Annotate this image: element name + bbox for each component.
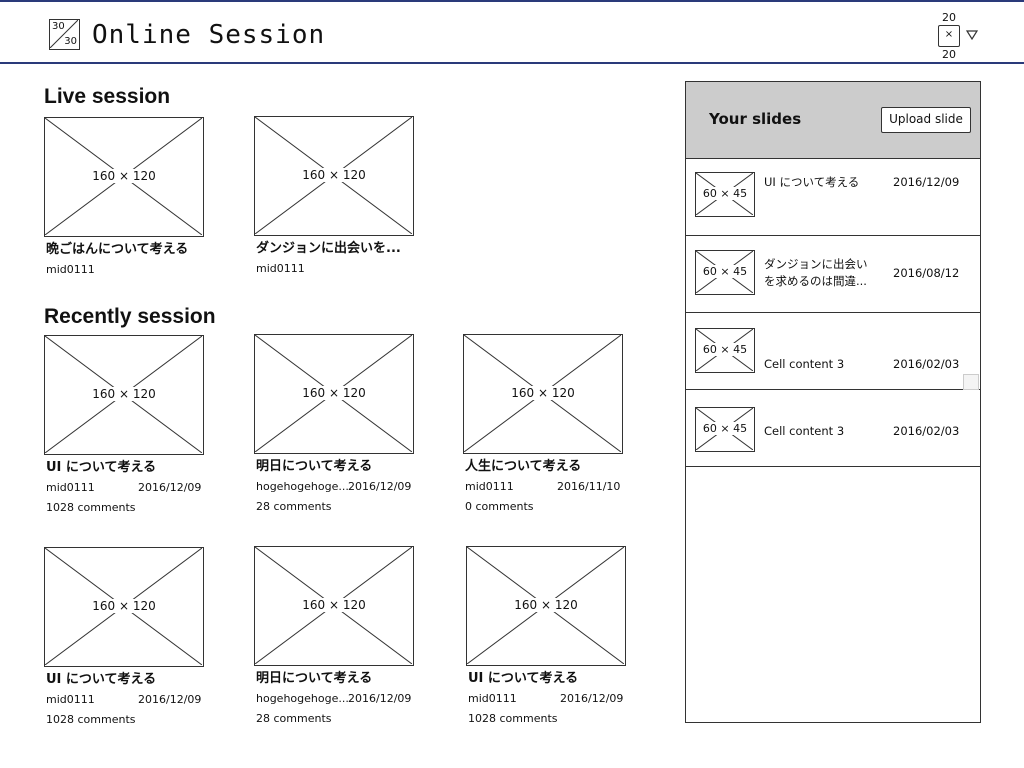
your-slides-header: Your slides Upload slide <box>686 82 980 159</box>
thumbnail-size-label: 160 × 120 <box>512 598 580 612</box>
slide-thumbnail-size-label: 60 × 45 <box>701 265 749 278</box>
slide-thumbnail[interactable]: 60 × 45 <box>695 328 755 373</box>
session-comments[interactable]: 1028 comments <box>468 712 557 726</box>
slide-thumbnail-size-label: 60 × 45 <box>701 187 749 200</box>
slide-list-item[interactable]: 60 × 45 Cell content 3 2016/02/03 <box>686 390 980 467</box>
slide-date: 2016/08/12 <box>893 266 960 280</box>
session-title[interactable]: 明日について考える <box>256 670 372 688</box>
session-user[interactable]: mid0111 <box>465 480 514 494</box>
slide-name[interactable]: Cell content 3 <box>764 423 876 440</box>
slide-thumbnail-size-label: 60 × 45 <box>701 343 749 356</box>
slide-thumbnail[interactable]: 60 × 45 <box>695 172 755 217</box>
session-thumbnail[interactable]: 160 × 120 <box>44 117 204 237</box>
your-slides-title: Your slides <box>709 110 802 128</box>
app-logo-icon[interactable]: 30 30 <box>49 19 80 50</box>
session-title[interactable]: UI について考える <box>46 671 156 689</box>
session-comments[interactable]: 28 comments <box>256 712 332 726</box>
session-title[interactable]: 晩ごはんについて考える <box>46 241 188 259</box>
logo-size-label-bottom: 30 <box>64 36 77 47</box>
slide-thumbnail[interactable]: 60 × 45 <box>695 407 755 452</box>
session-user[interactable]: mid0111 <box>46 263 95 277</box>
session-user[interactable]: mid0111 <box>468 692 517 706</box>
avatar-size-label-bottom: 20 <box>942 48 956 61</box>
session-date: 2016/12/09 <box>348 692 412 705</box>
avatar[interactable]: × <box>938 25 960 47</box>
app-header: 30 30 Online Session 20 × 20 <box>0 0 1024 64</box>
slide-list-item[interactable]: 60 × 45 UI について考える 2016/12/09 <box>686 159 980 236</box>
session-thumbnail[interactable]: 160 × 120 <box>254 116 414 236</box>
slide-list-item[interactable]: 60 × 45 ダンジョンに出会いを求めるのは間違... 2016/08/12 <box>686 236 980 313</box>
thumbnail-size-label: 160 × 120 <box>300 386 368 400</box>
slide-thumbnail-size-label: 60 × 45 <box>701 422 749 435</box>
session-comments[interactable]: 0 comments <box>465 500 534 514</box>
live-session-heading: Live session <box>44 85 171 108</box>
session-comments[interactable]: 1028 comments <box>46 501 135 515</box>
session-date: 2016/11/10 <box>557 480 621 493</box>
session-title[interactable]: ダンジョンに出会いを... <box>256 240 401 258</box>
page-title: Online Session <box>92 20 326 50</box>
session-user[interactable]: hogehogehoge... <box>256 480 349 494</box>
session-thumbnail[interactable]: 160 × 120 <box>44 547 204 667</box>
thumbnail-size-label: 160 × 120 <box>300 168 368 182</box>
upload-slide-button[interactable]: Upload slide <box>881 107 971 133</box>
user-menu[interactable]: 20 × 20 <box>936 12 986 62</box>
session-title[interactable]: UI について考える <box>468 670 578 688</box>
session-title[interactable]: 明日について考える <box>256 458 372 476</box>
caret-down-icon[interactable] <box>966 30 978 40</box>
session-date: 2016/12/09 <box>560 692 624 705</box>
session-date: 2016/12/09 <box>138 693 202 706</box>
session-user[interactable]: hogehogehoge... <box>256 692 349 706</box>
slide-list-item[interactable]: 60 × 45 Cell content 3 2016/02/03 <box>686 313 980 390</box>
session-thumbnail[interactable]: 160 × 120 <box>466 546 626 666</box>
slide-date: 2016/02/03 <box>893 424 960 438</box>
session-title[interactable]: UI について考える <box>46 459 156 477</box>
thumbnail-size-label: 160 × 120 <box>509 386 577 400</box>
slide-name[interactable]: ダンジョンに出会いを求めるのは間違... <box>764 256 876 290</box>
slide-date: 2016/02/03 <box>893 357 960 371</box>
session-date: 2016/12/09 <box>348 480 412 493</box>
slide-name[interactable]: Cell content 3 <box>764 356 876 373</box>
slide-date: 2016/12/09 <box>893 175 960 189</box>
session-date: 2016/12/09 <box>138 481 202 494</box>
session-thumbnail[interactable]: 160 × 120 <box>44 335 204 455</box>
session-title[interactable]: 人生について考える <box>465 458 581 476</box>
session-user[interactable]: mid0111 <box>46 481 95 495</box>
recent-session-heading: Recently session <box>44 305 216 328</box>
thumbnail-size-label: 160 × 120 <box>90 387 158 401</box>
session-thumbnail[interactable]: 160 × 120 <box>463 334 623 454</box>
session-thumbnail[interactable]: 160 × 120 <box>254 546 414 666</box>
slides-scrollbar-thumb[interactable] <box>963 374 979 390</box>
logo-size-label-top: 30 <box>52 21 65 32</box>
session-user[interactable]: mid0111 <box>256 262 305 276</box>
slide-name[interactable]: UI について考える <box>764 174 876 191</box>
your-slides-panel: Your slides Upload slide 60 × 45 UI について… <box>685 81 981 723</box>
thumbnail-size-label: 160 × 120 <box>90 599 158 613</box>
session-user[interactable]: mid0111 <box>46 693 95 707</box>
session-comments[interactable]: 1028 comments <box>46 713 135 727</box>
avatar-size-label-top: 20 <box>942 11 956 24</box>
session-comments[interactable]: 28 comments <box>256 500 332 514</box>
thumbnail-size-label: 160 × 120 <box>90 169 158 183</box>
thumbnail-size-label: 160 × 120 <box>300 598 368 612</box>
session-thumbnail[interactable]: 160 × 120 <box>254 334 414 454</box>
slide-thumbnail[interactable]: 60 × 45 <box>695 250 755 295</box>
